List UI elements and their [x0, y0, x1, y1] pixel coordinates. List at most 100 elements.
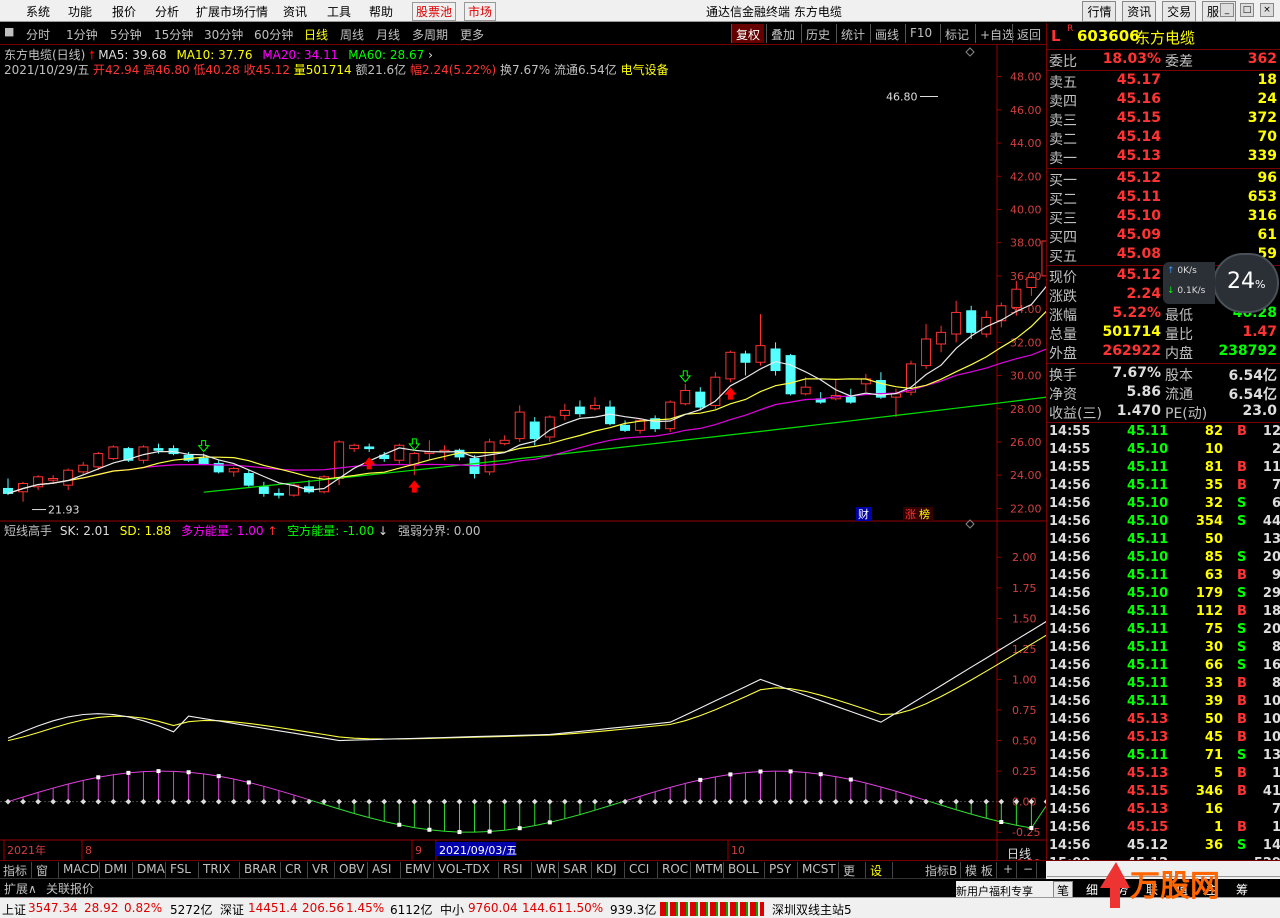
top-btn-quote[interactable]: 行情: [1082, 1, 1117, 22]
indicator-tab-13[interactable]: VOL-TDX: [435, 862, 499, 878]
indicator-tab-16[interactable]: SAR: [560, 862, 592, 878]
period-1[interactable]: 1分钟: [66, 26, 98, 43]
chevron-right-icon[interactable]: ›: [428, 48, 433, 62]
tool-5[interactable]: F10: [905, 24, 936, 43]
indicator-tab-2[interactable]: MACD: [60, 862, 100, 878]
menu-market[interactable]: 市场: [464, 2, 497, 21]
indicator-tab-5[interactable]: FSL: [167, 862, 199, 878]
indicator-tab-23[interactable]: MCST: [799, 862, 839, 878]
indicator-tab-25[interactable]: 设置: [867, 862, 893, 895]
tool-3[interactable]: 统计: [836, 24, 869, 43]
indicator-tab-9[interactable]: VR: [309, 862, 335, 878]
tick-time: 14:55: [1049, 424, 1091, 439]
indicator-tab-20[interactable]: MTM: [692, 862, 724, 878]
close-icon[interactable]: ×: [1260, 3, 1274, 17]
quote-row-4: 外盘 262922 内盘 238792: [1047, 343, 1280, 362]
period-2[interactable]: 5分钟: [110, 26, 142, 43]
stock-code: 603606: [1077, 27, 1140, 45]
menu-analysis[interactable]: 分析: [155, 3, 179, 20]
expand-button[interactable]: 扩展∧: [4, 880, 37, 897]
energy-dot: [788, 769, 793, 774]
tool-0[interactable]: 复权: [731, 24, 765, 43]
indicator-tab-24[interactable]: 更多: [840, 862, 866, 895]
period-6[interactable]: 日线: [304, 26, 328, 43]
menu-function[interactable]: 功能: [68, 3, 92, 20]
indicator-tab-17[interactable]: KDJ: [593, 862, 625, 878]
fin-v2-0: 6.54亿: [1228, 368, 1277, 384]
bid-4-label: 买五: [1049, 249, 1077, 265]
maximize-icon[interactable]: □: [1240, 3, 1254, 17]
indicator-tab-14[interactable]: RSI: [500, 862, 532, 878]
period-4[interactable]: 30分钟: [204, 26, 243, 43]
period-8[interactable]: 月线: [376, 26, 400, 43]
period-9[interactable]: 多周期: [412, 26, 448, 43]
indicator-tab-21[interactable]: BOLL: [725, 862, 765, 878]
indicator-tab-8[interactable]: CR: [282, 862, 308, 878]
indicator-tab-18[interactable]: CCI: [626, 862, 658, 878]
tick-price: 45.13: [1127, 802, 1169, 817]
ask-4-volume: 339: [1247, 148, 1277, 164]
tool-2[interactable]: 历史: [801, 24, 834, 43]
tick-count: 8: [1271, 676, 1280, 691]
menu-quote[interactable]: 报价: [112, 3, 136, 20]
kline-chart[interactable]: 48.0046.0044.0042.0040.0038.0036.0034.00…: [0, 45, 1046, 860]
menu-tools[interactable]: 工具: [327, 3, 351, 20]
top-btn-trade[interactable]: 交易: [1162, 1, 1197, 22]
period-7[interactable]: 周线: [340, 26, 364, 43]
tool-6[interactable]: 标记: [940, 24, 973, 43]
indicator-tab-10[interactable]: OBV: [336, 862, 368, 878]
indicator-tab-7[interactable]: BRAR: [241, 862, 281, 878]
minimize-icon[interactable]: _: [1220, 3, 1234, 17]
indicator-tab-6[interactable]: TRIX: [200, 862, 240, 878]
quote-l2-3: 量比: [1165, 327, 1193, 343]
tick-price: 45.11: [1127, 604, 1169, 619]
sd-label: SD: 1.88: [119, 524, 172, 538]
right-tab-3[interactable]: −: [1020, 862, 1038, 878]
indicator-tab-12[interactable]: EMV: [402, 862, 434, 878]
indicator-tab-3[interactable]: DMI: [101, 862, 133, 878]
period-0[interactable]: 分时: [26, 26, 50, 43]
period-10[interactable]: 更多: [460, 26, 484, 43]
indicator-tab-0[interactable]: 指标A: [0, 862, 32, 893]
right-tab-0[interactable]: 指标B: [922, 862, 962, 878]
menu-help[interactable]: 帮助: [369, 3, 393, 20]
indicator-tab-22[interactable]: PSY: [766, 862, 798, 878]
menu-news[interactable]: 资讯: [283, 3, 307, 20]
candle-body: [845, 396, 856, 403]
indicator-tab-19[interactable]: ROC: [659, 862, 691, 878]
bid-2: 买三 45.10 316: [1047, 208, 1280, 227]
sh-name[interactable]: 上证: [2, 901, 26, 918]
tool-1[interactable]: 叠加: [766, 24, 799, 43]
fin-l2-2: PE(动): [1165, 406, 1208, 422]
ytick-label: 42.00: [1010, 170, 1042, 183]
ytick-label: 36.00: [1010, 270, 1042, 283]
tick-side: B: [1237, 424, 1247, 439]
top-btn-news[interactable]: 资讯: [1122, 1, 1157, 22]
menu-system[interactable]: 系统: [26, 3, 50, 20]
indicator-tab-15[interactable]: WR: [533, 862, 559, 878]
zx-name[interactable]: 中小: [440, 901, 464, 918]
ytick-label: 28.00: [1010, 403, 1042, 416]
sz-name[interactable]: 深证: [220, 901, 244, 918]
right-tab-1[interactable]: 模 板: [962, 862, 997, 878]
server-name[interactable]: 深圳双线主站5: [772, 901, 852, 918]
indicator-name[interactable]: 短线高手: [4, 524, 52, 538]
indicator-tab-1[interactable]: 窗口: [33, 862, 59, 895]
period-label: 日线: [1007, 847, 1032, 861]
menu-ext-market[interactable]: 扩展市场行情: [196, 3, 268, 20]
tool-8[interactable]: 返回: [1012, 24, 1045, 43]
period-5[interactable]: 60分钟: [254, 26, 293, 43]
square-icon[interactable]: ■: [4, 25, 14, 38]
menu-stock-pool[interactable]: 股票池: [412, 2, 457, 21]
energy-dot: [517, 826, 522, 831]
tick-row: 14:56 45.11 75 S 20: [1047, 622, 1280, 640]
related-quote-button[interactable]: 关联报价: [46, 880, 94, 897]
energy-dot: [487, 829, 492, 834]
right-tab-2[interactable]: +: [1000, 862, 1018, 878]
indicator-tab-4[interactable]: DMA: [134, 862, 166, 878]
quote-panel: L R 603606 东方电缆 委比 18.03% 委差 362 卖五 45.17…: [1046, 23, 1280, 897]
tool-4[interactable]: 画线: [870, 24, 903, 43]
period-3[interactable]: 15分钟: [154, 26, 193, 43]
xtick-label: 2021/09/03/五: [439, 844, 517, 857]
indicator-tab-11[interactable]: ASI: [369, 862, 401, 878]
